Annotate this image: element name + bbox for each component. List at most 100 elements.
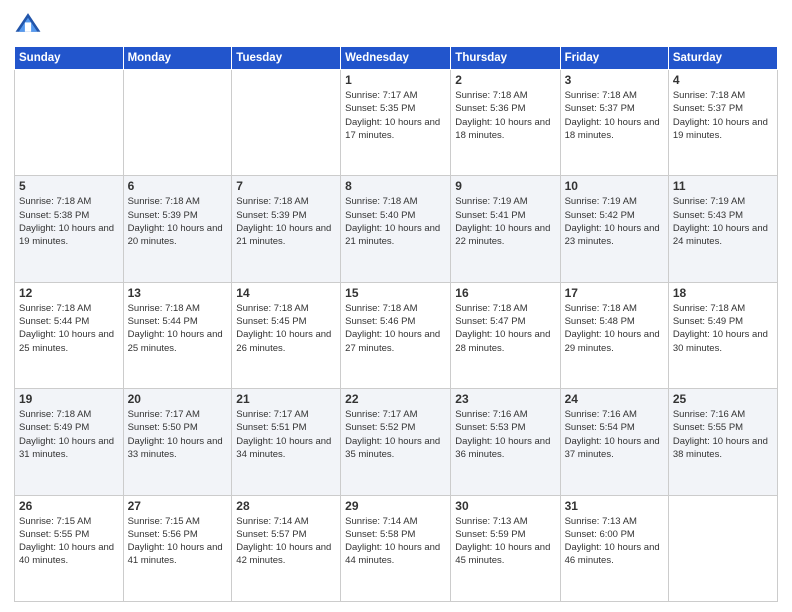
weekday-header-friday: Friday	[560, 47, 668, 70]
weekday-header-saturday: Saturday	[668, 47, 777, 70]
day-number: 4	[673, 73, 773, 87]
day-number: 7	[236, 179, 336, 193]
day-info: Sunrise: 7:18 AM Sunset: 5:37 PM Dayligh…	[565, 89, 664, 142]
day-info: Sunrise: 7:13 AM Sunset: 6:00 PM Dayligh…	[565, 515, 664, 568]
calendar-cell	[668, 495, 777, 601]
calendar-cell: 29Sunrise: 7:14 AM Sunset: 5:58 PM Dayli…	[341, 495, 451, 601]
calendar-week-row: 1 Sunrise: 7:17 AM Sunset: 5:35 PM Daylig…	[15, 70, 778, 176]
calendar-cell: 3 Sunrise: 7:18 AM Sunset: 5:37 PM Daylig…	[560, 70, 668, 176]
calendar-cell: 26Sunrise: 7:15 AM Sunset: 5:55 PM Dayli…	[15, 495, 124, 601]
calendar-cell: 5 Sunrise: 7:18 AM Sunset: 5:38 PM Daylig…	[15, 176, 124, 282]
day-number: 14	[236, 286, 336, 300]
calendar-cell: 23 Sunrise: 7:16 AM Sunset: 5:53 PM Dayli…	[451, 389, 560, 495]
logo	[14, 10, 46, 38]
calendar-cell: 10 Sunrise: 7:19 AM Sunset: 5:42 PM Dayli…	[560, 176, 668, 282]
day-info: Sunrise: 7:18 AM Sunset: 5:44 PM Dayligh…	[19, 302, 119, 355]
calendar-cell: 25 Sunrise: 7:16 AM Sunset: 5:55 PM Dayli…	[668, 389, 777, 495]
day-number: 28	[236, 499, 336, 513]
weekday-header-thursday: Thursday	[451, 47, 560, 70]
day-number: 10	[565, 179, 664, 193]
day-info: Sunrise: 7:19 AM Sunset: 5:43 PM Dayligh…	[673, 195, 773, 248]
day-number: 24	[565, 392, 664, 406]
day-number: 1	[345, 73, 446, 87]
day-number: 27	[128, 499, 228, 513]
day-number: 17	[565, 286, 664, 300]
day-info: Sunrise: 7:17 AM Sunset: 5:50 PM Dayligh…	[128, 408, 228, 461]
calendar-cell: 4 Sunrise: 7:18 AM Sunset: 5:37 PM Daylig…	[668, 70, 777, 176]
calendar-cell: 18Sunrise: 7:18 AM Sunset: 5:49 PM Dayli…	[668, 282, 777, 388]
calendar-cell	[232, 70, 341, 176]
day-number: 25	[673, 392, 773, 406]
day-info: Sunrise: 7:18 AM Sunset: 5:46 PM Dayligh…	[345, 302, 446, 355]
day-info: Sunrise: 7:18 AM Sunset: 5:44 PM Dayligh…	[128, 302, 228, 355]
day-info: Sunrise: 7:16 AM Sunset: 5:54 PM Dayligh…	[565, 408, 664, 461]
day-number: 20	[128, 392, 228, 406]
calendar-cell: 30Sunrise: 7:13 AM Sunset: 5:59 PM Dayli…	[451, 495, 560, 601]
day-info: Sunrise: 7:18 AM Sunset: 5:40 PM Dayligh…	[345, 195, 446, 248]
day-info: Sunrise: 7:18 AM Sunset: 5:45 PM Dayligh…	[236, 302, 336, 355]
day-info: Sunrise: 7:16 AM Sunset: 5:53 PM Dayligh…	[455, 408, 555, 461]
calendar-cell	[15, 70, 124, 176]
calendar-cell: 19 Sunrise: 7:18 AM Sunset: 5:49 PM Dayli…	[15, 389, 124, 495]
day-number: 29	[345, 499, 446, 513]
day-number: 12	[19, 286, 119, 300]
calendar-cell: 17 Sunrise: 7:18 AM Sunset: 5:48 PM Dayli…	[560, 282, 668, 388]
calendar-cell: 6 Sunrise: 7:18 AM Sunset: 5:39 PM Daylig…	[123, 176, 232, 282]
calendar-cell: 1 Sunrise: 7:17 AM Sunset: 5:35 PM Daylig…	[341, 70, 451, 176]
calendar-cell	[123, 70, 232, 176]
calendar-week-row: 12 Sunrise: 7:18 AM Sunset: 5:44 PM Dayli…	[15, 282, 778, 388]
day-info: Sunrise: 7:18 AM Sunset: 5:39 PM Dayligh…	[128, 195, 228, 248]
calendar-cell: 21 Sunrise: 7:17 AM Sunset: 5:51 PM Dayli…	[232, 389, 341, 495]
day-info: Sunrise: 7:18 AM Sunset: 5:39 PM Dayligh…	[236, 195, 336, 248]
calendar-table: SundayMondayTuesdayWednesdayThursdayFrid…	[14, 46, 778, 602]
day-info: Sunrise: 7:18 AM Sunset: 5:48 PM Dayligh…	[565, 302, 664, 355]
calendar-cell: 27Sunrise: 7:15 AM Sunset: 5:56 PM Dayli…	[123, 495, 232, 601]
day-info: Sunrise: 7:17 AM Sunset: 5:51 PM Dayligh…	[236, 408, 336, 461]
day-number: 31	[565, 499, 664, 513]
day-info: Sunrise: 7:17 AM Sunset: 5:52 PM Dayligh…	[345, 408, 446, 461]
weekday-header-monday: Monday	[123, 47, 232, 70]
day-info: Sunrise: 7:16 AM Sunset: 5:55 PM Dayligh…	[673, 408, 773, 461]
day-number: 22	[345, 392, 446, 406]
day-info: Sunrise: 7:18 AM Sunset: 5:37 PM Dayligh…	[673, 89, 773, 142]
day-number: 19	[19, 392, 119, 406]
calendar-cell: 12 Sunrise: 7:18 AM Sunset: 5:44 PM Dayli…	[15, 282, 124, 388]
day-info: Sunrise: 7:19 AM Sunset: 5:42 PM Dayligh…	[565, 195, 664, 248]
day-info: Sunrise: 7:18 AM Sunset: 5:36 PM Dayligh…	[455, 89, 555, 142]
calendar-cell: 20 Sunrise: 7:17 AM Sunset: 5:50 PM Dayli…	[123, 389, 232, 495]
day-info: Sunrise: 7:19 AM Sunset: 5:41 PM Dayligh…	[455, 195, 555, 248]
calendar-cell: 13Sunrise: 7:18 AM Sunset: 5:44 PM Dayli…	[123, 282, 232, 388]
calendar-cell: 15Sunrise: 7:18 AM Sunset: 5:46 PM Dayli…	[341, 282, 451, 388]
calendar-cell: 8 Sunrise: 7:18 AM Sunset: 5:40 PM Daylig…	[341, 176, 451, 282]
day-number: 21	[236, 392, 336, 406]
weekday-header-tuesday: Tuesday	[232, 47, 341, 70]
day-number: 5	[19, 179, 119, 193]
day-number: 6	[128, 179, 228, 193]
day-number: 3	[565, 73, 664, 87]
calendar-cell: 11 Sunrise: 7:19 AM Sunset: 5:43 PM Dayli…	[668, 176, 777, 282]
calendar-week-row: 26Sunrise: 7:15 AM Sunset: 5:55 PM Dayli…	[15, 495, 778, 601]
day-info: Sunrise: 7:13 AM Sunset: 5:59 PM Dayligh…	[455, 515, 555, 568]
day-number: 26	[19, 499, 119, 513]
weekday-header-wednesday: Wednesday	[341, 47, 451, 70]
day-number: 16	[455, 286, 555, 300]
day-info: Sunrise: 7:18 AM Sunset: 5:47 PM Dayligh…	[455, 302, 555, 355]
calendar-cell: 24 Sunrise: 7:16 AM Sunset: 5:54 PM Dayli…	[560, 389, 668, 495]
day-number: 8	[345, 179, 446, 193]
day-number: 9	[455, 179, 555, 193]
calendar-week-row: 19 Sunrise: 7:18 AM Sunset: 5:49 PM Dayli…	[15, 389, 778, 495]
calendar-cell: 9 Sunrise: 7:19 AM Sunset: 5:41 PM Daylig…	[451, 176, 560, 282]
calendar-week-row: 5 Sunrise: 7:18 AM Sunset: 5:38 PM Daylig…	[15, 176, 778, 282]
day-info: Sunrise: 7:17 AM Sunset: 5:35 PM Dayligh…	[345, 89, 446, 142]
weekday-header-row: SundayMondayTuesdayWednesdayThursdayFrid…	[15, 47, 778, 70]
header	[14, 10, 778, 38]
day-info: Sunrise: 7:18 AM Sunset: 5:38 PM Dayligh…	[19, 195, 119, 248]
page: SundayMondayTuesdayWednesdayThursdayFrid…	[0, 0, 792, 612]
calendar-cell: 28 Sunrise: 7:14 AM Sunset: 5:57 PM Dayli…	[232, 495, 341, 601]
day-number: 23	[455, 392, 555, 406]
day-info: Sunrise: 7:14 AM Sunset: 5:57 PM Dayligh…	[236, 515, 336, 568]
calendar-cell: 2Sunrise: 7:18 AM Sunset: 5:36 PM Daylig…	[451, 70, 560, 176]
calendar-cell: 7 Sunrise: 7:18 AM Sunset: 5:39 PM Daylig…	[232, 176, 341, 282]
day-info: Sunrise: 7:18 AM Sunset: 5:49 PM Dayligh…	[19, 408, 119, 461]
day-number: 11	[673, 179, 773, 193]
